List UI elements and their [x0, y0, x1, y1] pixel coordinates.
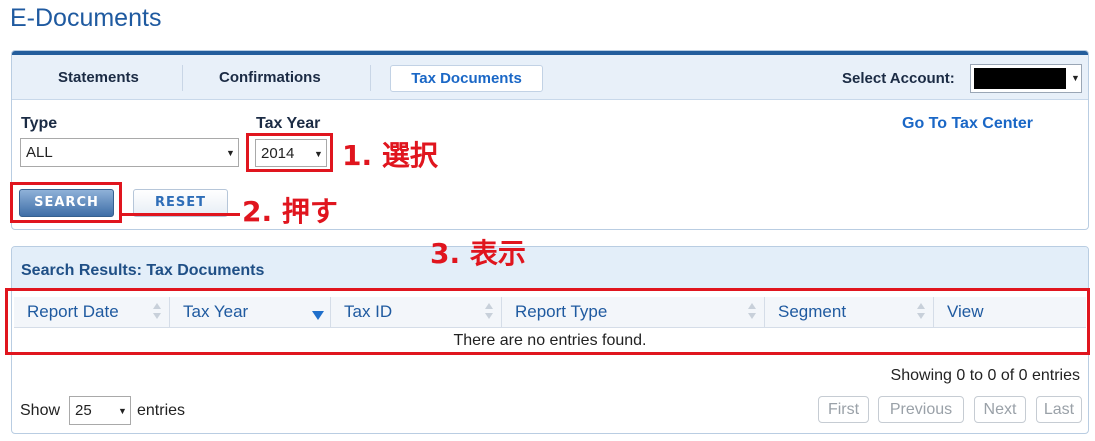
tab-confirmations[interactable]: Confirmations	[219, 69, 321, 86]
annotation-step1: 1. 選択	[342, 139, 438, 172]
chevron-down-icon: ▼	[118, 406, 127, 416]
results-header: Search Results: Tax Documents	[12, 247, 1088, 291]
chevron-down-icon: ▼	[1071, 73, 1080, 83]
sort-icon	[485, 303, 493, 321]
column-label: Segment	[778, 302, 847, 321]
column-label: View	[947, 302, 984, 321]
page-size-select[interactable]: 25 ▼	[69, 396, 131, 425]
entries-label: entries	[137, 402, 186, 419]
column-segment[interactable]: Segment	[765, 297, 934, 327]
tab-statements[interactable]: Statements	[58, 69, 139, 86]
tab-bar: Statements Confirmations Tax Documents S…	[12, 55, 1088, 100]
account-value-redacted	[974, 68, 1066, 89]
column-label: Report Type	[515, 302, 608, 321]
type-label: Type	[21, 115, 58, 132]
results-title: Search Results: Tax Documents	[21, 262, 265, 279]
filter-panel: Statements Confirmations Tax Documents S…	[11, 50, 1089, 230]
pagination-next[interactable]: Next	[974, 396, 1026, 423]
sort-icon	[748, 303, 756, 321]
select-account-label: Select Account:	[842, 70, 955, 87]
tax-year-select[interactable]: 2014 ▼	[255, 139, 327, 167]
column-label: Tax Year	[183, 302, 249, 321]
table-header: Report Date Tax Year Tax ID Report Type …	[14, 297, 1086, 328]
type-select-value: ALL	[26, 144, 53, 161]
column-tax-year[interactable]: Tax Year	[170, 297, 331, 327]
account-select[interactable]: ▼	[970, 64, 1082, 93]
go-to-tax-center-link[interactable]: Go To Tax Center	[902, 115, 1033, 133]
tax-year-label: Tax Year	[256, 115, 321, 132]
sort-icon	[917, 303, 925, 321]
chevron-down-icon: ▼	[314, 149, 323, 159]
pagination-previous[interactable]: Previous	[878, 396, 964, 423]
pagination-first[interactable]: First	[818, 396, 869, 423]
show-label: Show	[20, 402, 61, 419]
sort-icon	[153, 303, 161, 321]
tab-divider	[182, 65, 183, 91]
search-button[interactable]: SEARCH	[19, 189, 114, 217]
pagination-last[interactable]: Last	[1036, 396, 1082, 423]
type-select[interactable]: ALL ▼	[20, 138, 239, 167]
chevron-down-icon: ▼	[226, 148, 235, 158]
column-report-date[interactable]: Report Date	[14, 297, 170, 327]
page-size-value: 25	[75, 402, 92, 419]
annotation-pointer-line	[122, 213, 240, 216]
page-title: E-Documents	[10, 4, 162, 32]
column-label: Tax ID	[344, 302, 393, 321]
annotation-step2: 2. 押す	[242, 195, 338, 228]
column-report-type[interactable]: Report Type	[502, 297, 765, 327]
column-view: View	[934, 297, 1086, 327]
tax-year-select-value: 2014	[261, 145, 295, 162]
column-tax-id[interactable]: Tax ID	[331, 297, 502, 327]
tab-tax-documents[interactable]: Tax Documents	[390, 65, 543, 92]
sort-desc-icon	[312, 311, 324, 320]
column-label: Report Date	[27, 302, 119, 321]
showing-info: Showing 0 to 0 of 0 entries	[890, 367, 1080, 384]
results-panel: Search Results: Tax Documents Report Dat…	[11, 246, 1089, 434]
annotation-step3: 3. 表示	[430, 237, 526, 270]
tab-divider	[370, 65, 371, 91]
empty-message: There are no entries found.	[453, 332, 647, 349]
